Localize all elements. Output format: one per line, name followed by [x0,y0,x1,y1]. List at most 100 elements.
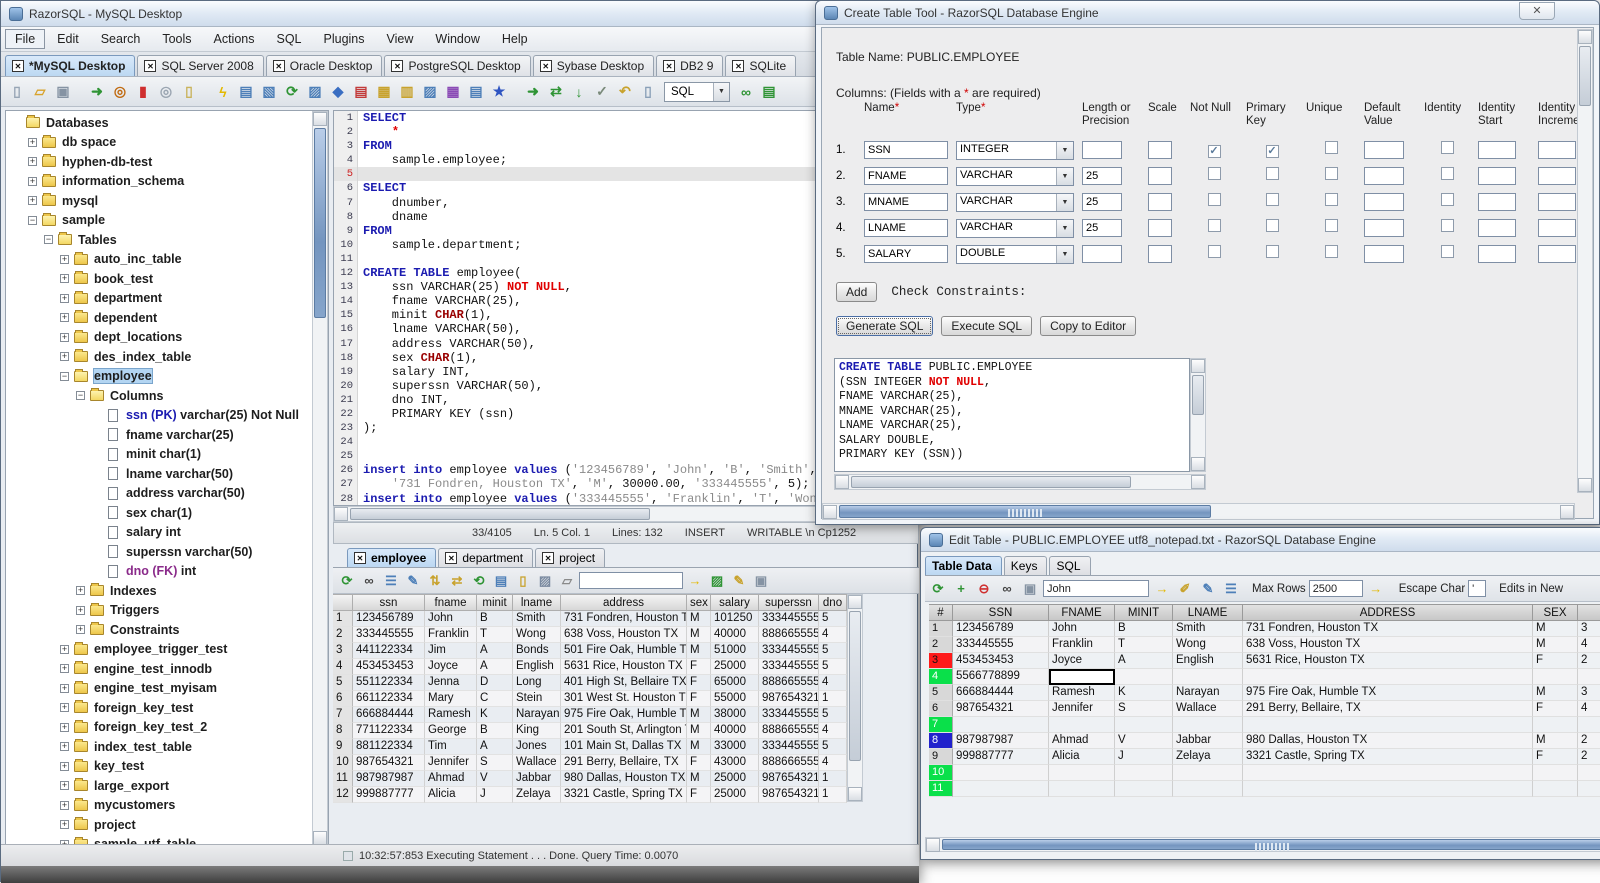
edit-pencil-icon[interactable]: ✎ [403,571,423,591]
table-cell[interactable]: 999887777 [953,749,1049,765]
go-arrow-icon[interactable]: → [1366,579,1386,599]
menu-view[interactable]: View [377,29,424,49]
expand-icon[interactable]: + [60,742,69,752]
column-name-input[interactable]: SSN [864,141,948,159]
primary-key-checkbox[interactable] [1265,245,1279,258]
expand-icon[interactable]: + [28,137,37,147]
go-arrow-icon[interactable]: → [685,571,705,591]
edit-icon[interactable]: ✎ [729,571,749,591]
expand-icon[interactable]: + [60,664,69,674]
table-cell[interactable] [1243,669,1533,685]
menu-search[interactable]: Search [91,29,151,49]
sort-icon[interactable]: ⇅ [425,571,445,591]
results-scroll-thumb[interactable] [849,611,861,761]
escape-char-input[interactable]: ' [1468,580,1487,597]
tree-item-address-varchar-50-[interactable]: address varchar(50) [6,484,311,504]
table-cell[interactable]: Franklin [1049,637,1115,653]
connection-tab-db2-9[interactable]: ✕ DB2 9 [656,55,724,76]
column-header-fname[interactable]: fname [425,594,477,611]
table-row[interactable]: 4 5566778899 [929,669,1600,685]
table-cell[interactable]: F [1533,701,1578,717]
results-tab-employee[interactable]: ✕ employee [347,548,437,567]
page-icon[interactable]: ▯ [637,82,659,102]
table-row[interactable]: 3 441122334 Jim A Bonds 501 Fire Oak, Humble … [333,643,847,659]
table-cell[interactable]: K [1115,685,1173,701]
menu-edit[interactable]: Edit [47,29,89,49]
favorites-icon[interactable]: ★ [488,82,510,102]
copy-icon[interactable]: ▨ [304,82,326,102]
table-cell[interactable]: 975 Fire Oak, Humble TX [1243,685,1533,701]
tab-close-icon[interactable]: ✕ [445,552,458,564]
table-row[interactable]: 8 771122334 George B King 201 South St, Arlin… [333,723,847,739]
column-header-ADDRESS[interactable]: ADDRESS [1243,604,1533,621]
scroll-up-icon[interactable] [313,112,327,126]
connection-tab-postgresql-desktop[interactable]: ✕ PostgreSQL Desktop [384,55,531,76]
refresh-icon[interactable]: ⟳ [928,579,948,599]
expand-icon[interactable]: + [60,683,69,693]
max-rows-input[interactable]: 2500 [1308,580,1363,597]
table-row[interactable]: 5 666884444 Ramesh K Narayan 975 Fire Oak, Hu… [929,685,1600,701]
task-list-icon[interactable]: ▤ [491,571,511,591]
table-cell[interactable]: 291 Berry, Bellaire, TX [1243,701,1533,717]
column-header-SEX[interactable]: SEX [1533,604,1578,621]
results-tab-department[interactable]: ✕ department [438,548,534,567]
edit-table-grid[interactable]: # SSN FNAME MINIT LNAME ADDRESS SEX 1 123456789 J… [929,604,1600,797]
column-header-ssn[interactable]: ssn [353,594,425,611]
execute-icon[interactable]: ϟ [212,82,234,102]
table-cell[interactable]: Narayan [1173,685,1243,701]
table-cell[interactable]: 3 [1578,685,1600,701]
table-cell[interactable]: Ahmad [1049,733,1115,749]
column-header-dno[interactable]: dno [819,594,847,611]
expand-icon[interactable]: + [60,293,69,303]
tab-close-icon[interactable]: ✕ [663,60,676,72]
filter-icon[interactable]: ☰ [1221,579,1241,599]
expand-icon[interactable]: + [60,254,69,264]
table-cell[interactable]: V [1115,733,1173,749]
swap-icon[interactable]: ⇄ [545,82,567,102]
identity-increment-input[interactable] [1538,245,1576,263]
tree-item-mysql[interactable]: + mysql [6,191,311,211]
expand-icon[interactable]: + [60,644,69,654]
expand-icon[interactable]: + [60,332,69,342]
tree-scroll-thumb[interactable] [314,128,326,318]
tree-item-fname-varchar-25-[interactable]: fname varchar(25) [6,425,311,445]
table-cell[interactable] [1173,669,1243,685]
down-icon[interactable]: ↓ [568,82,590,102]
edit-tab-table-data[interactable]: Table Data [925,556,1002,575]
table-cell[interactable] [1578,765,1600,781]
table-cell[interactable] [1578,717,1600,733]
table-row[interactable]: 2 333445555 Franklin T Wong 638 Voss, Houston… [333,627,847,643]
table-row[interactable]: 11 [929,781,1600,797]
table-cell[interactable]: 987987987 [953,733,1049,749]
tree-item-foreign-key-test[interactable]: + foreign_key_test [6,698,311,718]
table-cell[interactable] [1115,717,1173,733]
tree-item-db-space[interactable]: + db space [6,133,311,153]
table-cell[interactable] [1115,765,1173,781]
table-filter-icon[interactable]: ▨ [419,82,441,102]
column-header-salary[interactable]: salary [711,594,759,611]
table-cell[interactable]: 638 Voss, Houston TX [1243,637,1533,653]
refresh-icon[interactable]: ⟳ [337,571,357,591]
save-icon[interactable]: ▣ [52,82,74,102]
table-cell[interactable]: A [1115,653,1173,669]
collapse-icon[interactable]: − [76,391,85,401]
column-type-select[interactable]: VARCHAR ▼ [956,192,1074,212]
unique-checkbox[interactable] [1324,141,1338,154]
table-cell[interactable] [1115,669,1173,685]
selected-cell[interactable] [1049,669,1115,685]
length-precision-input[interactable] [1082,245,1122,263]
diamond-icon[interactable]: ◆ [327,82,349,102]
identity-start-input[interactable] [1478,245,1516,263]
primary-key-checkbox[interactable] [1265,167,1279,180]
table-cell[interactable] [1115,781,1173,797]
tab-close-icon[interactable]: ✕ [272,60,285,72]
copy-to-editor-button[interactable]: Copy to Editor [1040,316,1137,336]
unique-checkbox[interactable] [1324,245,1338,258]
tree-item-columns[interactable]: − Columns [6,386,311,406]
table-row[interactable]: 7 666884444 Ramesh K Narayan 975 Fire Oak, Hu… [333,707,847,723]
expand-icon[interactable]: + [60,703,69,713]
tree-vertical-scrollbar[interactable] [312,111,328,846]
column-header-SSN[interactable]: SSN [953,604,1049,621]
table-cell[interactable]: M [1533,685,1578,701]
default-value-input[interactable] [1364,167,1404,185]
